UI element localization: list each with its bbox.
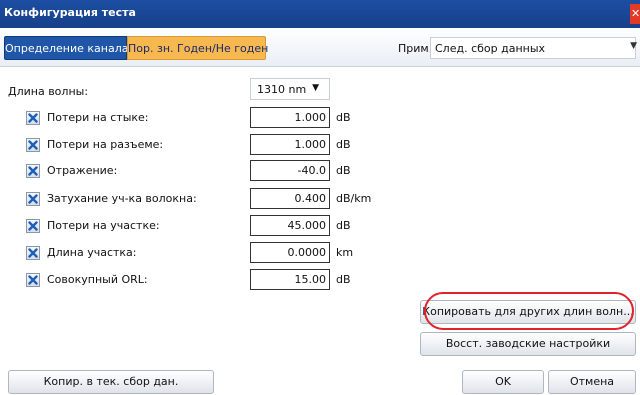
check-x-icon <box>28 221 38 231</box>
check-x-icon <box>28 275 38 285</box>
fiber-attenuation-input[interactable]: 0.400 <box>250 188 330 209</box>
span-loss-unit: dB <box>336 219 351 232</box>
copy-to-current-acquisition-button[interactable]: Копир. в тек. сбор дан. <box>8 370 214 394</box>
span-orl-input[interactable]: 15.00 <box>250 269 330 290</box>
reflectance-label: Отражение: <box>47 164 118 177</box>
span-loss-input[interactable]: 45.000 <box>250 215 330 236</box>
span-loss-label: Потери на участке: <box>47 219 160 232</box>
reflectance-unit: dB <box>336 164 351 177</box>
splice-loss-input[interactable]: 1.000 <box>250 107 330 128</box>
connector-loss-unit: dB <box>336 138 351 151</box>
fiber-attenuation-label: Затухание уч-ка волокна: <box>47 192 197 205</box>
threshold-row-span-loss: Потери на участке: 45.000 dB <box>0 215 420 237</box>
connector-loss-input[interactable]: 1.000 <box>250 134 330 155</box>
check-x-icon <box>28 248 38 258</box>
reflectance-checkbox[interactable] <box>26 164 40 178</box>
apply-to-value: След. сбор данных <box>435 42 546 55</box>
chevron-down-icon: ▼ <box>630 41 637 51</box>
restore-defaults-button[interactable]: Восст. заводские настройки <box>420 332 636 356</box>
check-x-icon <box>28 166 38 176</box>
window-title: Конфигурация теста <box>4 6 136 19</box>
splice-loss-unit: dB <box>336 111 351 124</box>
wavelength-dropdown[interactable]: 1310 nm ▼ <box>250 78 330 100</box>
check-x-icon <box>28 113 38 123</box>
fiber-attenuation-unit: dB/km <box>336 192 372 205</box>
chevron-down-icon: ▼ <box>312 83 319 93</box>
close-button[interactable]: ✕ <box>630 4 640 24</box>
span-length-unit: km <box>336 246 354 259</box>
title-bar: Конфигурация теста ✕ <box>0 0 640 28</box>
copy-to-other-wavelengths-button[interactable]: Копировать для других длин волн... <box>420 300 636 324</box>
span-length-input[interactable]: 0.0000 <box>250 242 330 263</box>
span-orl-checkbox[interactable] <box>26 273 40 287</box>
splice-loss-label: Потери на стыке: <box>47 111 149 124</box>
span-orl-unit: dB <box>336 273 351 286</box>
threshold-row-reflectance: Отражение: -40.0 dB <box>0 160 420 182</box>
span-orl-label: Совокупный ORL: <box>47 273 148 286</box>
splice-loss-checkbox[interactable] <box>26 111 40 125</box>
apply-to-dropdown[interactable]: След. сбор данных ▼ <box>430 37 637 59</box>
threshold-row-connector-loss: Потери на разъеме: 1.000 dB <box>0 134 420 156</box>
ok-button[interactable]: OK <box>462 370 544 394</box>
tab-channel-definition[interactable]: Определение канала <box>4 36 128 60</box>
threshold-row-span-length: Длина участка: 0.0000 km <box>0 242 420 264</box>
close-icon: ✕ <box>631 7 640 20</box>
span-length-label: Длина участка: <box>47 246 137 259</box>
threshold-row-splice-loss: Потери на стыке: 1.000 dB <box>0 107 420 129</box>
cancel-button[interactable]: Отмена <box>548 370 636 394</box>
wavelength-value: 1310 nm <box>257 83 307 96</box>
fiber-attenuation-checkbox[interactable] <box>26 192 40 206</box>
span-length-checkbox[interactable] <box>26 246 40 260</box>
tab-pass-fail-thresholds[interactable]: Пор. зн. Годен/Не годен <box>127 36 268 60</box>
connector-loss-checkbox[interactable] <box>26 138 40 152</box>
threshold-row-fiber-attenuation: Затухание уч-ка волокна: 0.400 dB/km <box>0 188 420 210</box>
wavelength-label: Длина волны: <box>8 85 89 98</box>
reflectance-input[interactable]: -40.0 <box>250 160 330 181</box>
span-loss-checkbox[interactable] <box>26 219 40 233</box>
check-x-icon <box>28 194 38 204</box>
threshold-row-span-orl: Совокупный ORL: 15.00 dB <box>0 269 420 291</box>
connector-loss-label: Потери на разъеме: <box>47 138 164 151</box>
check-x-icon <box>28 140 38 150</box>
